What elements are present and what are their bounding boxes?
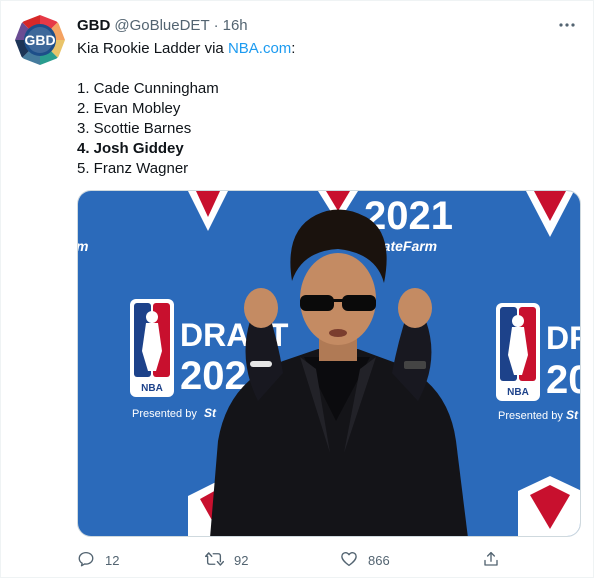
nba-link[interactable]: NBA.com	[228, 40, 291, 57]
ladder-item: 1. Cade Cunningham	[77, 80, 219, 97]
share-button[interactable]	[482, 547, 500, 573]
retweet-count: 92	[234, 552, 249, 568]
heart-icon	[340, 550, 358, 571]
share-icon	[482, 550, 500, 571]
avatar-text: GBD	[24, 32, 55, 48]
backdrop-year-right: 20	[546, 358, 581, 402]
reply-count: 12	[105, 552, 120, 568]
more-icon[interactable]	[555, 13, 579, 37]
backdrop-presented-left: Presented by	[132, 408, 197, 420]
timestamp[interactable]: 16h	[223, 17, 248, 34]
tweet-header: GBD @GoBlueDET · 16h	[77, 15, 248, 35]
backdrop-sponsor-top: tateFarm	[378, 238, 437, 254]
retweet-button[interactable]: 92	[204, 547, 248, 573]
tweet-text: Kia Rookie Ladder via NBA.com: 1. Cade C…	[77, 39, 577, 179]
avatar[interactable]: GBD	[15, 15, 65, 65]
like-count: 866	[368, 552, 390, 568]
ladder-item: 2. Evan Mobley	[77, 100, 181, 117]
backdrop-edge-text: m	[78, 238, 88, 254]
tweet-photo[interactable]: 2021 tateFarm m NBA DRAFT 202 Presented …	[77, 190, 581, 537]
backdrop-draft-right: DR	[546, 320, 581, 356]
intro-suffix: :	[291, 40, 296, 57]
ladder-item: 5. Franz Wagner	[77, 160, 189, 177]
ladder-item: 3. Scottie Barnes	[77, 120, 192, 137]
reply-icon	[77, 550, 95, 571]
tweet-intro: Kia Rookie Ladder via NBA.com:	[77, 39, 577, 59]
backdrop-sponsor-right: St	[566, 408, 579, 422]
backdrop-logo-text-right: NBA	[507, 387, 529, 398]
reply-button[interactable]: 12	[77, 547, 119, 573]
avatar-logo: GBD	[15, 15, 65, 65]
tweet-actions: 12 92 866	[77, 547, 507, 573]
separator-dot: ·	[213, 16, 219, 34]
like-button[interactable]: 866	[340, 547, 390, 573]
backdrop-logo-text-left: NBA	[141, 383, 163, 394]
photo-scene: 2021 tateFarm m NBA DRAFT 202 Presented …	[78, 191, 581, 536]
backdrop-sponsor-left: St	[204, 406, 217, 420]
intro-text: Kia Rookie Ladder via	[77, 40, 228, 57]
backdrop-nba-logo-left: NBA	[130, 299, 174, 397]
backdrop-nba-logo-right: NBA	[496, 303, 540, 401]
backdrop-year-left: 202	[180, 354, 247, 398]
retweet-icon	[204, 550, 225, 571]
user-handle[interactable]: @GoBlueDET	[114, 17, 209, 34]
display-name[interactable]: GBD	[77, 17, 110, 34]
tweet-card[interactable]: GBD GBD @GoBlueDET · 16h Kia Rookie Ladd…	[0, 0, 594, 578]
ladder-item-highlighted: 4. Josh Giddey	[77, 140, 184, 157]
rookie-ladder-list: 1. Cade Cunningham 2. Evan Mobley 3. Sco…	[77, 79, 577, 179]
backdrop-presented-right: Presented by	[498, 410, 563, 422]
